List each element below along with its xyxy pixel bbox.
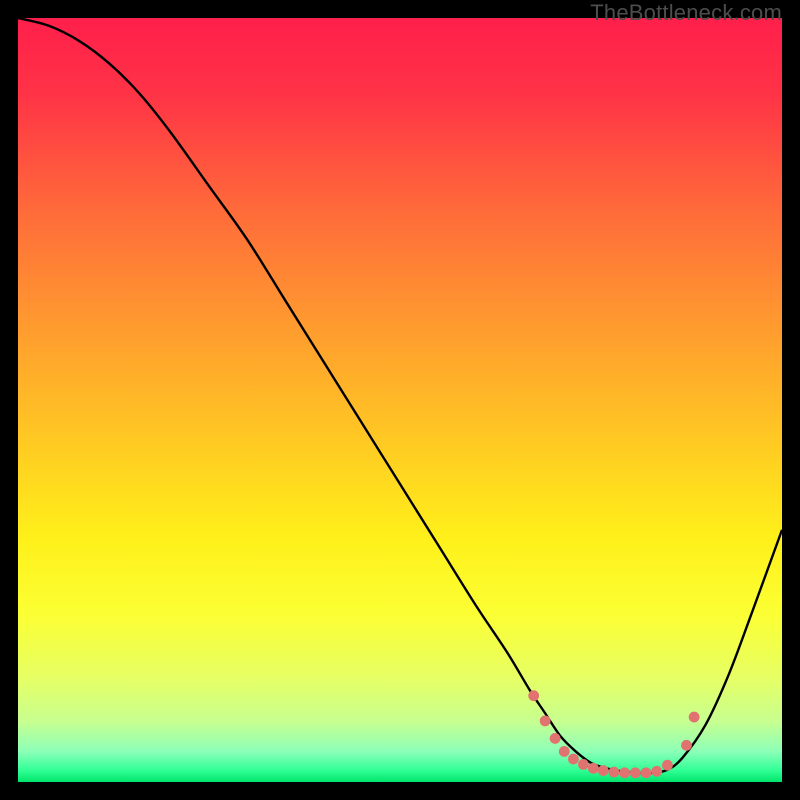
highlight-point: [681, 740, 692, 751]
highlight-point: [619, 767, 630, 778]
plot-area: [18, 18, 782, 782]
watermark-text: TheBottleneck.com: [590, 0, 782, 26]
highlight-point: [540, 715, 551, 726]
highlight-point: [528, 690, 539, 701]
highlight-point: [588, 763, 599, 774]
highlight-point: [662, 760, 673, 771]
highlight-point: [550, 733, 561, 744]
chart-container: TheBottleneck.com: [0, 0, 800, 800]
highlight-point: [651, 766, 662, 777]
highlight-point: [559, 746, 570, 757]
highlight-point: [598, 765, 609, 776]
highlight-point: [578, 759, 589, 770]
chart-svg: [18, 18, 782, 782]
highlight-point: [689, 712, 700, 723]
highlight-point: [568, 754, 579, 765]
bottleneck-curve: [18, 18, 782, 773]
highlight-point: [641, 767, 652, 778]
highlight-point: [609, 767, 620, 778]
highlight-point: [630, 767, 641, 778]
